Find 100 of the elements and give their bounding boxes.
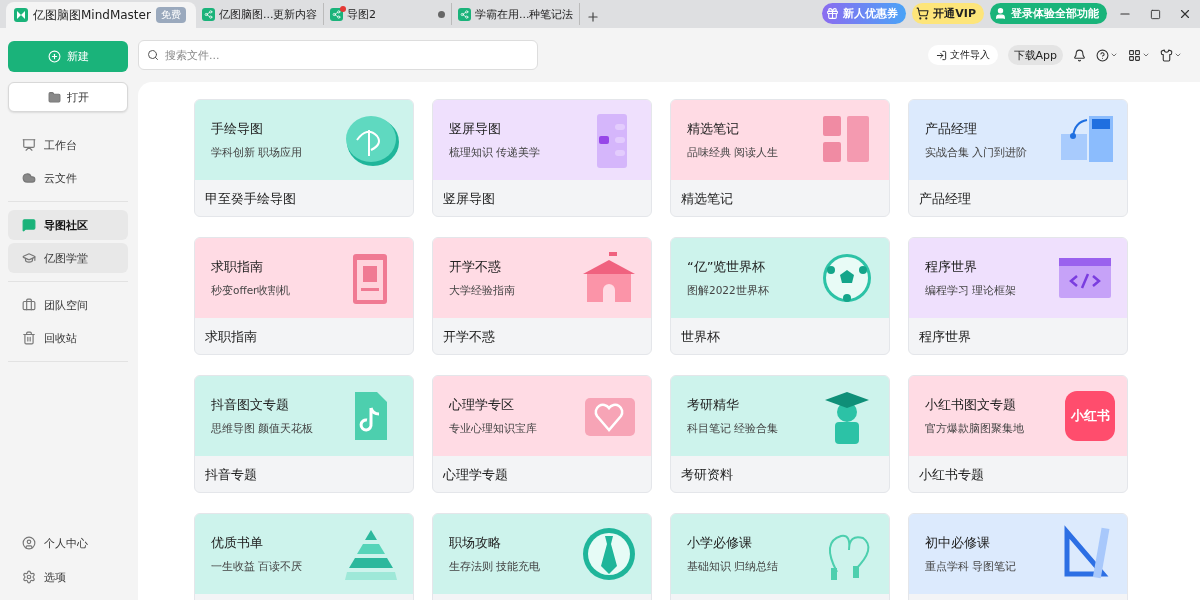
template-card[interactable]: 手绘导图 学科创新 职场应用 甲至癸手绘导图 <box>194 99 414 217</box>
card-subtitle: 编程学习 理论框架 <box>925 284 1017 298</box>
mindmap-file-icon <box>329 7 343 21</box>
notifications-button[interactable] <box>1073 48 1086 62</box>
card-title: 求职指南 <box>211 258 263 276</box>
card-subtitle: 专业心理知识宝库 <box>449 422 537 436</box>
card-subtitle: 学科创新 职场应用 <box>211 146 303 160</box>
card-caption: 抖音专题 <box>205 466 257 484</box>
gift-icon <box>826 7 840 20</box>
card-title: 开学不惑 <box>449 258 501 276</box>
download-app-button[interactable]: 下载App <box>1007 45 1063 65</box>
card-title: 抖音图文专题 <box>211 396 289 414</box>
help-button[interactable] <box>1096 48 1118 62</box>
card-title: 精选笔记 <box>687 120 739 138</box>
template-card[interactable]: 小学必修课 基础知识 归纳总结 <box>670 513 890 600</box>
template-card[interactable]: 产品经理 实战合集 入门到进阶 产品经理 <box>908 99 1128 217</box>
sidebar-item[interactable]: 个人中心 <box>8 528 128 558</box>
cloud-icon <box>22 171 36 185</box>
close-icon <box>1178 7 1192 21</box>
card-title: “亿”览世界杯 <box>687 258 766 276</box>
caret-icon <box>1174 51 1182 59</box>
template-card[interactable]: 小红书图文专题 官方爆款脑图聚集地 小红书 小红书专题 <box>908 375 1128 493</box>
card-title: 竖屏导图 <box>449 120 501 138</box>
card-subtitle: 一生收益 百读不厌 <box>211 560 303 574</box>
plus-icon <box>47 50 61 63</box>
maximize-icon <box>1149 8 1161 20</box>
template-card[interactable]: 职场攻略 生存法则 技能充电 <box>432 513 652 600</box>
card-caption: 心理学专题 <box>443 466 508 484</box>
template-card[interactable]: 心理学专区 专业心理知识宝库 心理学专题 <box>432 375 652 493</box>
app-logo: 小红书 <box>1065 391 1115 441</box>
card-caption: 产品经理 <box>919 190 971 208</box>
sidebar-item[interactable]: 导图社区 <box>8 210 128 240</box>
folder-icon <box>47 90 61 104</box>
template-card[interactable]: “亿”览世界杯 图解2022世界杯 世界杯 <box>670 237 890 355</box>
template-card[interactable]: 竖屏导图 梳理知识 传递美学 竖屏导图 <box>432 99 652 217</box>
card-title: 心理学专区 <box>449 396 514 414</box>
template-card[interactable]: 精选笔记 品味经典 阅读人生 精选笔记 <box>670 99 890 217</box>
sidebar-item[interactable]: 回收站 <box>8 323 128 353</box>
caret-icon <box>1142 51 1150 59</box>
user-icon <box>994 7 1007 20</box>
template-card[interactable]: 考研精华 科目笔记 经验合集 考研资料 <box>670 375 890 493</box>
cart-icon <box>916 7 930 20</box>
user-icon <box>22 536 36 550</box>
pin-badge-icon <box>339 5 346 12</box>
card-caption: 求职指南 <box>205 328 257 346</box>
card-subtitle: 生存法则 技能充电 <box>449 560 541 574</box>
sidebar-item[interactable]: 选项 <box>8 562 128 592</box>
caret-icon <box>1110 51 1118 59</box>
sidebar-item[interactable]: 云文件 <box>8 163 128 193</box>
bell-icon <box>1073 48 1086 62</box>
card-caption: 精选笔记 <box>681 190 733 208</box>
card-subtitle: 秒变offer收割机 <box>211 284 291 298</box>
card-caption: 开学不惑 <box>443 328 495 346</box>
open-button[interactable]: 打开 <box>8 82 128 112</box>
import-button[interactable]: 文件导入 <box>927 45 998 65</box>
card-caption: 竖屏导图 <box>443 190 495 208</box>
card-title: 小学必修课 <box>687 534 752 552</box>
apps-button[interactable] <box>1128 48 1150 62</box>
free-badge: 免费 <box>155 7 186 23</box>
chat-icon <box>22 218 36 232</box>
close-tab-dot[interactable] <box>437 10 445 18</box>
shirt-icon <box>1160 48 1173 62</box>
template-card[interactable]: 抖音图文专题 思维导图 颜值天花板 抖音专题 <box>194 375 414 493</box>
card-title: 程序世界 <box>925 258 977 276</box>
card-subtitle: 基础知识 归纳总结 <box>687 560 779 574</box>
card-subtitle: 实战合集 入门到进阶 <box>925 146 1028 160</box>
card-title: 初中必修课 <box>925 534 990 552</box>
sidebar-item[interactable]: 工作台 <box>8 130 128 160</box>
mindmap-file-icon <box>201 7 215 21</box>
template-card[interactable]: 开学不惑 大学经验指南 开学不惑 <box>432 237 652 355</box>
briefcase-icon <box>22 298 36 312</box>
template-card[interactable]: 初中必修课 重点学科 导图笔记 <box>908 513 1128 600</box>
document-tab[interactable]: 导图2 <box>323 3 452 25</box>
promo-button[interactable]: 开通VIP <box>912 3 984 24</box>
app-logo <box>14 8 28 22</box>
card-title: 小红书图文专题 <box>925 396 1016 414</box>
card-subtitle: 大学经验指南 <box>449 284 515 298</box>
search-field[interactable]: 搜索文件... <box>138 40 538 70</box>
card-subtitle: 品味经典 阅读人生 <box>687 146 779 160</box>
template-card[interactable]: 优质书单 一生收益 百读不厌 <box>194 513 414 600</box>
plus-icon <box>585 10 600 24</box>
template-card[interactable]: 程序世界 编程学习 理论框架 程序世界 <box>908 237 1128 355</box>
card-subtitle: 思维导图 颜值天花板 <box>211 422 314 436</box>
document-tab[interactable]: 亿图脑图...更新内容 <box>195 3 324 25</box>
card-subtitle: 图解2022世界杯 <box>687 284 769 298</box>
theme-button[interactable] <box>1160 48 1182 62</box>
template-card[interactable]: 求职指南 秒变offer收割机 求职指南 <box>194 237 414 355</box>
document-tab[interactable]: 学霸在用...种笔记法 <box>451 3 580 25</box>
settings-icon <box>22 570 36 584</box>
card-title: 产品经理 <box>925 120 977 138</box>
sidebar-item[interactable]: 团队空间 <box>8 290 128 320</box>
mindmap-file-icon <box>457 7 471 21</box>
card-title: 手绘导图 <box>211 120 263 138</box>
card-caption: 程序世界 <box>919 328 971 346</box>
import-icon <box>935 49 947 61</box>
card-title: 优质书单 <box>211 534 263 552</box>
card-caption: 世界杯 <box>681 328 720 346</box>
sidebar-item[interactable]: 亿图学堂 <box>8 243 128 273</box>
card-subtitle: 科目笔记 经验合集 <box>687 422 779 436</box>
graduation-cap-icon <box>22 251 36 265</box>
